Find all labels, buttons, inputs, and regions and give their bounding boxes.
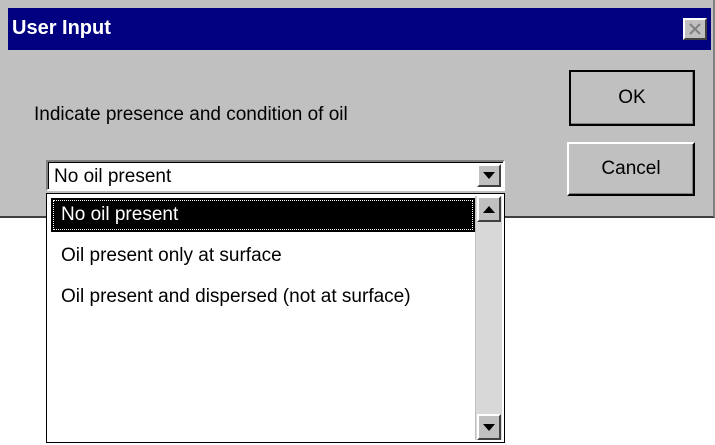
list-item-oil-dispersed[interactable]: Oil present and dispersed (not at surfac… <box>51 280 475 314</box>
scroll-up-button[interactable] <box>477 196 501 222</box>
combobox-value: No oil present <box>54 166 172 187</box>
list-item-oil-surface[interactable]: Oil present only at surface <box>51 239 475 273</box>
dropdown-scrollbar[interactable] <box>475 196 502 440</box>
prompt-label: Indicate presence and condition of oil <box>34 104 348 125</box>
close-icon <box>689 23 701 35</box>
title-bar: User Input <box>8 8 711 50</box>
arrow-down-icon <box>483 423 495 431</box>
dialog-title: User Input <box>12 17 111 39</box>
cancel-button[interactable]: Cancel <box>567 142 695 196</box>
close-button[interactable] <box>683 18 707 40</box>
arrow-up-icon <box>483 205 495 213</box>
scroll-down-button[interactable] <box>477 414 501 440</box>
ok-button[interactable]: OK <box>569 70 695 126</box>
chevron-down-icon <box>483 172 495 179</box>
dropdown-button[interactable] <box>477 164 501 187</box>
list-item-no-oil[interactable]: No oil present <box>51 198 475 232</box>
user-input-dialog: User Input Indicate presence and conditi… <box>0 0 715 218</box>
dropdown-list[interactable]: No oil present Oil present only at surfa… <box>46 193 505 443</box>
oil-condition-combobox[interactable]: No oil present <box>46 160 505 191</box>
